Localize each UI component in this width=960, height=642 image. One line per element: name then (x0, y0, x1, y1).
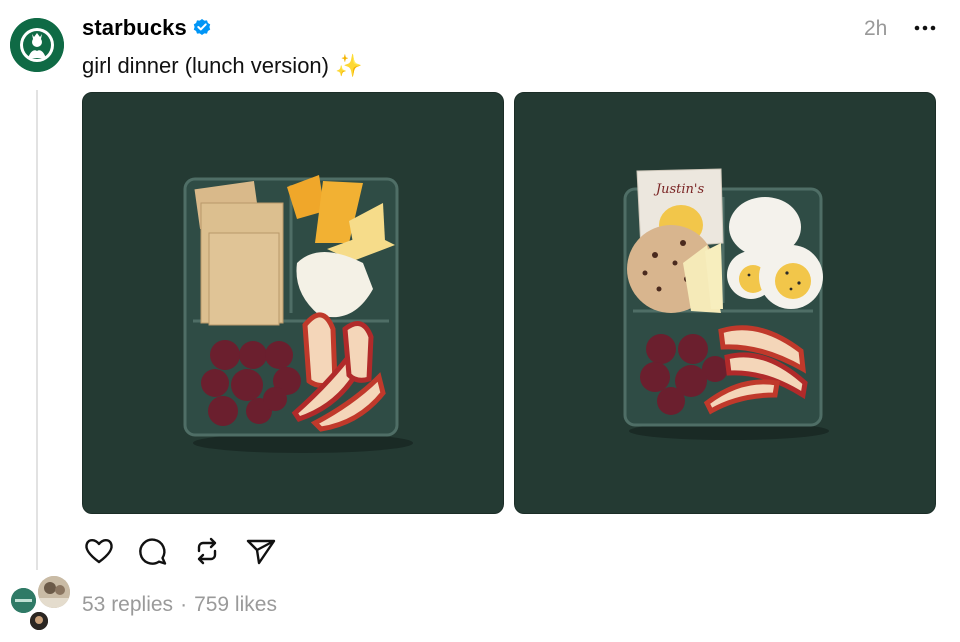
repost-icon[interactable] (190, 534, 224, 568)
comment-icon[interactable] (136, 534, 170, 568)
heart-icon[interactable] (82, 534, 116, 568)
post-image-2[interactable]: Justin's (514, 92, 936, 514)
username[interactable]: starbucks (82, 15, 187, 41)
snack-box-egg-illustration: Justin's (515, 93, 935, 513)
snack-box-cheese-illustration (83, 93, 503, 513)
starbucks-avatar[interactable] (10, 18, 64, 72)
reply-avatar-1 (11, 588, 36, 613)
verified-badge-icon (193, 19, 211, 35)
justins-label: Justin's (653, 182, 705, 197)
replies-count[interactable]: 53 replies (82, 593, 173, 617)
starbucks-logo-icon (10, 18, 64, 72)
post-image-1[interactable] (82, 92, 504, 514)
share-icon[interactable] (244, 534, 278, 568)
likes-count[interactable]: 759 likes (194, 593, 277, 617)
stats-separator: · (180, 593, 188, 616)
post-stats: 53 replies · 759 likes (82, 593, 277, 617)
reply-avatar-3 (30, 612, 48, 630)
reply-avatar-2 (38, 576, 70, 608)
post-timestamp: 2h (864, 17, 888, 40)
more-options-icon[interactable] (912, 20, 938, 36)
thread-line (36, 90, 38, 570)
post-caption: girl dinner (lunch version) ✨ (82, 53, 363, 78)
